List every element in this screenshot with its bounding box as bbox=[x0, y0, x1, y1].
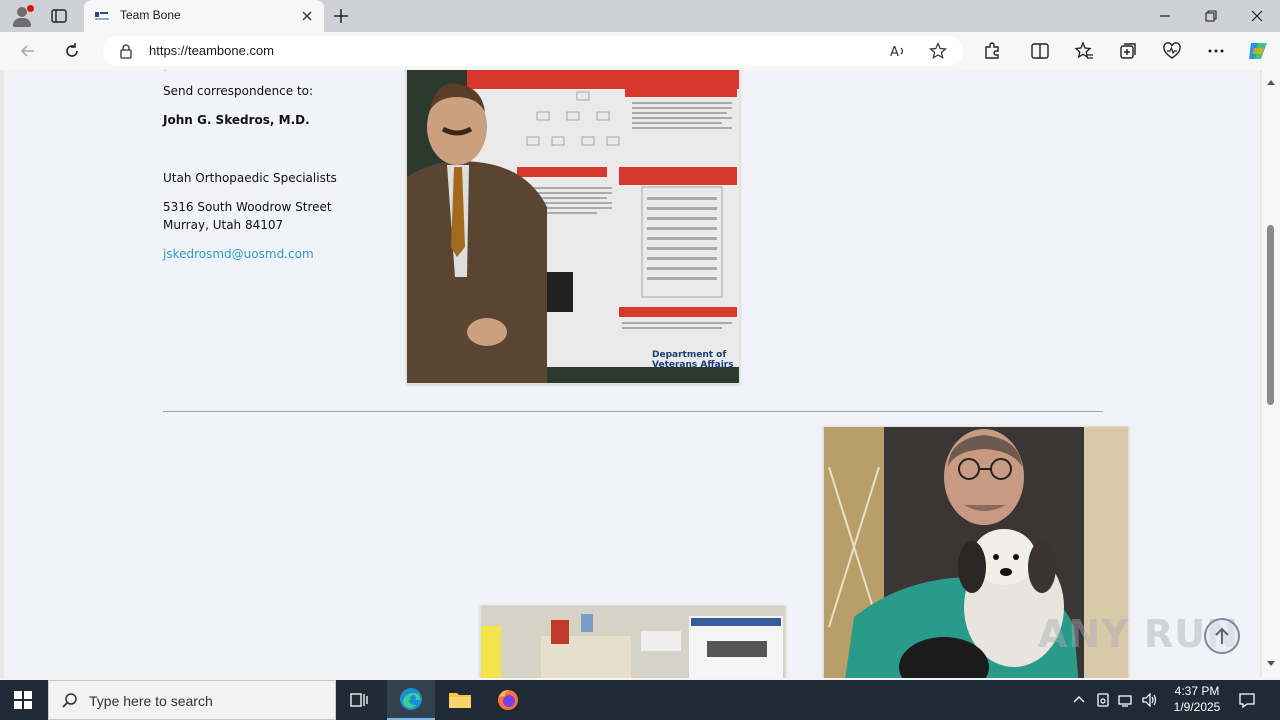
clock-date: 1/9/2025 bbox=[1173, 700, 1221, 714]
edge-icon bbox=[400, 688, 422, 710]
close-tab-icon[interactable] bbox=[300, 9, 314, 23]
read-aloud-icon[interactable]: A bbox=[889, 42, 907, 60]
taskbar-search-box[interactable]: Type here to search bbox=[48, 680, 336, 720]
svg-text:Department of: Department of bbox=[652, 350, 726, 360]
copilot-icon[interactable] bbox=[1246, 39, 1270, 63]
firefox-taskbar-button[interactable] bbox=[484, 680, 532, 720]
favorite-star-icon[interactable] bbox=[929, 42, 947, 60]
clipped-text-line: · bbox=[163, 70, 167, 77]
volume-icon[interactable] bbox=[1141, 691, 1159, 709]
edge-taskbar-button[interactable] bbox=[387, 680, 435, 720]
search-icon bbox=[62, 693, 77, 708]
browser-essentials-icon[interactable] bbox=[1162, 41, 1182, 61]
site-favicon-icon bbox=[94, 10, 110, 22]
windows-start-icon[interactable] bbox=[14, 691, 32, 709]
minimize-icon bbox=[1160, 15, 1170, 17]
system-clock[interactable]: 4:37 PM 1/9/2025 bbox=[1164, 683, 1230, 715]
profile-icon[interactable] bbox=[10, 5, 34, 29]
lock-icon[interactable] bbox=[119, 43, 133, 59]
restore-icon bbox=[1205, 10, 1217, 22]
email-link[interactable]: jskedrosmd@uosmd.com bbox=[163, 247, 314, 261]
folder-icon bbox=[449, 693, 471, 708]
poster-photo: Department of Veterans Affairs bbox=[406, 70, 740, 384]
poster-photo-image: Department of Veterans Affairs bbox=[407, 70, 739, 383]
file-explorer-button[interactable] bbox=[436, 680, 484, 720]
refresh-icon[interactable] bbox=[62, 41, 82, 61]
chevron-up-icon[interactable] bbox=[1070, 691, 1088, 709]
scroll-up-icon[interactable] bbox=[1266, 78, 1276, 86]
address-bar[interactable]: https://teambone.com A bbox=[103, 36, 963, 66]
notifications-icon[interactable] bbox=[1238, 691, 1256, 709]
page-viewport[interactable]: · Send correspondence to: John G. Skedro… bbox=[0, 70, 1262, 678]
restore-button[interactable] bbox=[1188, 0, 1234, 32]
office-photo bbox=[480, 605, 786, 678]
section-divider bbox=[163, 411, 1103, 412]
windows-taskbar: Type here to search 4:37 PM 1/9/2025 bbox=[0, 680, 1280, 720]
street-address: 5316 South Woodrow Street bbox=[163, 200, 332, 214]
extensions-icon[interactable] bbox=[982, 41, 1002, 61]
svg-text:A: A bbox=[890, 45, 899, 60]
clock-time: 4:37 PM bbox=[1174, 684, 1220, 698]
doctor-name: John G. Skedros, M.D. bbox=[163, 113, 310, 127]
back-icon[interactable] bbox=[18, 41, 38, 61]
vertical-scrollbar[interactable] bbox=[1262, 70, 1280, 678]
device-icon[interactable] bbox=[1094, 691, 1112, 709]
favorites-icon[interactable] bbox=[1074, 41, 1094, 61]
url-text[interactable]: https://teambone.com bbox=[149, 43, 274, 58]
close-window-icon bbox=[1251, 10, 1263, 22]
new-tab-icon[interactable] bbox=[332, 7, 350, 25]
search-placeholder: Type here to search bbox=[89, 693, 213, 709]
task-view-icon bbox=[350, 693, 368, 707]
svg-text:Veterans Affairs: Veterans Affairs bbox=[652, 360, 734, 370]
organization-name: Utah Orthopaedic Specialists bbox=[163, 171, 337, 185]
more-options-icon[interactable] bbox=[1206, 41, 1226, 61]
close-window-button[interactable] bbox=[1234, 0, 1280, 32]
send-correspondence-label: Send correspondence to: bbox=[163, 84, 314, 98]
office-photo-image bbox=[481, 606, 785, 678]
arrow-up-icon bbox=[1215, 627, 1229, 644]
city-address: Murray, Utah 84107 bbox=[163, 218, 284, 232]
scroll-down-icon[interactable] bbox=[1266, 660, 1276, 668]
browser-tab-bar: Team Bone bbox=[0, 0, 1280, 32]
tab-title: Team Bone bbox=[120, 8, 181, 22]
scroll-to-top-button[interactable] bbox=[1204, 618, 1240, 654]
split-screen-icon[interactable] bbox=[1030, 41, 1050, 61]
tab-team-bone[interactable]: Team Bone bbox=[84, 0, 324, 32]
minimize-button[interactable] bbox=[1142, 0, 1188, 32]
browser-toolbar: https://teambone.com A bbox=[0, 32, 1280, 70]
page-content: · Send correspondence to: John G. Skedro… bbox=[4, 70, 1260, 678]
firefox-icon bbox=[498, 690, 518, 710]
tab-actions-icon[interactable] bbox=[50, 7, 68, 25]
collections-icon[interactable] bbox=[1118, 41, 1138, 61]
network-icon[interactable] bbox=[1117, 691, 1135, 709]
scrollbar-thumb[interactable] bbox=[1267, 225, 1274, 405]
task-view-button[interactable] bbox=[336, 680, 384, 720]
